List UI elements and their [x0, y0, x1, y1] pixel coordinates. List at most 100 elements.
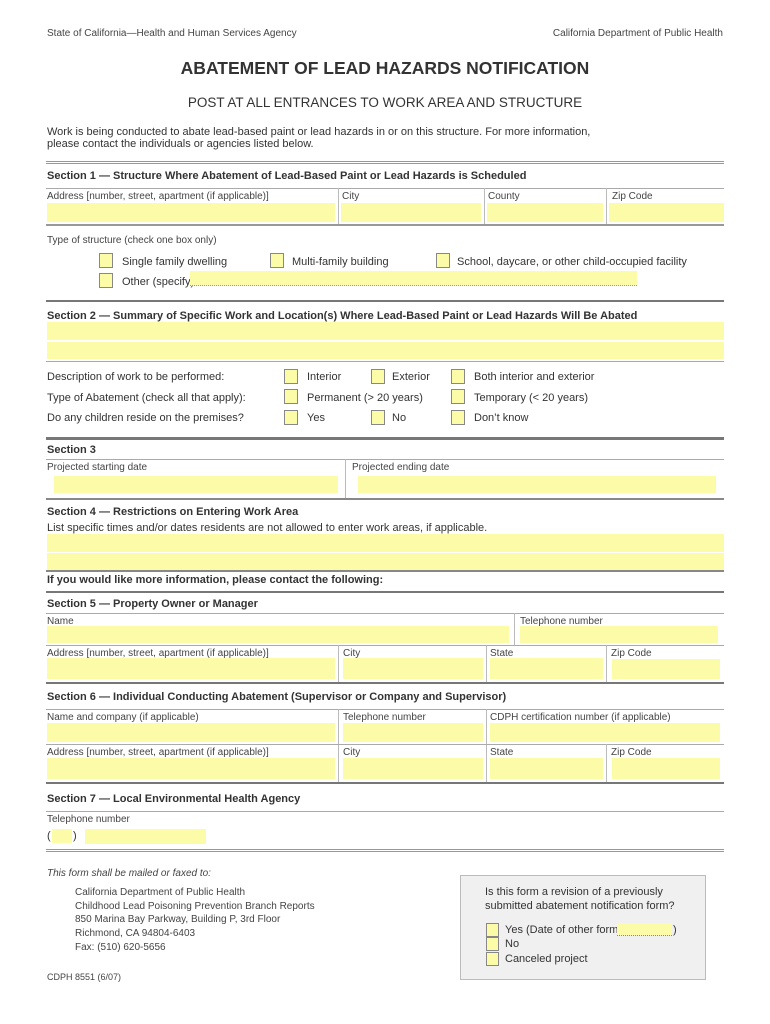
option-label: Permanent (> 20 years): [307, 392, 423, 404]
section1-address-input[interactable]: [47, 203, 335, 222]
section1-address-label: Address [number, street, apartment (if a…: [47, 191, 269, 202]
checkbox-children-dont-know[interactable]: [451, 410, 465, 425]
option-label: Interior: [307, 371, 342, 383]
section2-divider: [46, 300, 724, 302]
divider: [338, 188, 339, 224]
divider: [606, 645, 607, 683]
divider: [46, 744, 724, 745]
section6-zip-input[interactable]: [612, 758, 720, 779]
section6-name-label: Name and company (if applicable): [47, 712, 199, 723]
divider: [486, 645, 487, 683]
contact-heading: If you would like more information, plea…: [47, 574, 384, 586]
revision-date-input[interactable]: [617, 923, 672, 936]
option-label: Both interior and exterior: [474, 371, 595, 383]
form-number: CDPH 8551 (6/07): [47, 972, 122, 982]
section4-instructions: List specific times and/or dates residen…: [47, 522, 488, 534]
section2-summary-input-1[interactable]: [47, 322, 724, 340]
section7-phone-label: Telephone number: [47, 814, 130, 825]
section2-summary-input-2[interactable]: [47, 342, 724, 359]
section1-county-label: County: [488, 191, 520, 202]
end-date-input[interactable]: [358, 476, 716, 493]
section6-cert-input[interactable]: [490, 723, 720, 742]
children-label: Do any children reside on the premises?: [47, 412, 244, 424]
checkbox-exterior[interactable]: [371, 369, 385, 384]
revision-no-label: No: [505, 938, 520, 950]
area-code-open-paren: (: [47, 830, 51, 842]
section7-area-code-input[interactable]: [52, 829, 72, 843]
section1-zip-input[interactable]: [609, 203, 724, 222]
intro-text-line2: please contact the individuals or agenci…: [47, 138, 314, 150]
section6-phone-label: Telephone number: [343, 712, 426, 723]
divider: [486, 709, 487, 782]
section7-bottom-divider: [46, 849, 724, 852]
section6-name-input[interactable]: [47, 723, 335, 742]
section7-phone-input[interactable]: [85, 829, 206, 844]
revision-yes-close-paren: ): [673, 924, 677, 936]
checkbox-permanent[interactable]: [284, 389, 298, 404]
checkbox-temporary[interactable]: [451, 389, 465, 404]
section6-city-input[interactable]: [343, 758, 483, 779]
section4-restrictions-input-1[interactable]: [47, 534, 724, 552]
divider: [514, 613, 515, 645]
option-label: Temporary (< 20 years): [474, 392, 589, 404]
checkbox-children-no[interactable]: [371, 410, 385, 425]
section1-divider: [46, 161, 724, 164]
page-subtitle: POST AT ALL ENTRANCES TO WORK AREA AND S…: [187, 95, 583, 110]
fax-number: Fax: (510) 620-5656: [75, 941, 166, 953]
section1-county-input[interactable]: [487, 203, 603, 222]
checkbox-interior[interactable]: [284, 369, 298, 384]
option-label: Single family dwelling: [122, 256, 228, 268]
divider: [46, 498, 724, 500]
section5-phone-input[interactable]: [520, 626, 718, 643]
checkbox-other[interactable]: [99, 273, 113, 288]
area-code-close-paren: ): [73, 830, 77, 842]
section6-address-input[interactable]: [47, 758, 335, 779]
section5-name-input[interactable]: [47, 626, 509, 643]
address-line: Childhood Lead Poisoning Prevention Bran…: [75, 900, 315, 912]
section6-zip-label: Zip Code: [611, 747, 652, 758]
section4-title: Section 4 — Restrictions on Entering Wor…: [47, 506, 299, 518]
revision-box: Is this form a revision of a previously …: [460, 875, 706, 980]
section6-title: Section 6 — Individual Conducting Abatem…: [47, 691, 507, 703]
end-date-label: Projected ending date: [352, 462, 450, 473]
mailing-address: California Department of Public Health C…: [75, 886, 315, 955]
checkbox-revision-yes[interactable]: [486, 923, 499, 937]
other-specify-input[interactable]: [190, 271, 637, 286]
start-date-input[interactable]: [54, 476, 338, 493]
section5-zip-input[interactable]: [612, 659, 720, 679]
section6-phone-input[interactable]: [343, 723, 483, 742]
divider: [46, 782, 724, 784]
section6-city-label: City: [343, 747, 361, 758]
divider: [46, 709, 724, 710]
checkbox-school-daycare[interactable]: [436, 253, 450, 268]
section5-state-input[interactable]: [490, 658, 603, 679]
checkbox-both[interactable]: [451, 369, 465, 384]
divider: [46, 682, 724, 684]
section5-address-input[interactable]: [47, 658, 335, 679]
agency-name-right: California Department of Public Health: [552, 28, 723, 39]
address-line: 850 Marina Bay Parkway, Building P, 3rd …: [75, 914, 281, 926]
section7-title: Section 7 — Local Environmental Health A…: [47, 793, 301, 805]
page-title: ABATEMENT OF LEAD HAZARDS NOTIFICATION: [180, 58, 590, 78]
revision-question-line1: Is this form a revision of a previously: [485, 886, 663, 898]
section5-city-input[interactable]: [343, 658, 483, 679]
structure-type-label: Type of structure (check one box only): [47, 235, 217, 246]
section5-zip-label: Zip Code: [611, 648, 652, 659]
checkbox-revision-no[interactable]: [486, 937, 499, 951]
section6-state-input[interactable]: [490, 758, 603, 779]
description-label: Description of work to be performed:: [47, 371, 225, 383]
intro-text-line1: Work is being conducted to abate lead-ba…: [47, 126, 591, 138]
option-label: Exterior: [392, 371, 430, 383]
divider: [46, 645, 724, 646]
checkbox-multi-family[interactable]: [270, 253, 284, 268]
section4-restrictions-input-2[interactable]: [47, 553, 724, 570]
divider: [46, 361, 724, 362]
section1-city-input[interactable]: [341, 203, 481, 222]
revision-question-line2: submitted abatement notification form?: [485, 900, 675, 912]
section1-zip-label: Zip Code: [612, 191, 653, 202]
option-label: No: [392, 412, 407, 424]
checkbox-children-yes[interactable]: [284, 410, 298, 425]
checkbox-revision-canceled[interactable]: [486, 952, 499, 966]
checkbox-single-family[interactable]: [99, 253, 113, 268]
section2-title: Section 2 — Summary of Specific Work and…: [47, 310, 638, 322]
